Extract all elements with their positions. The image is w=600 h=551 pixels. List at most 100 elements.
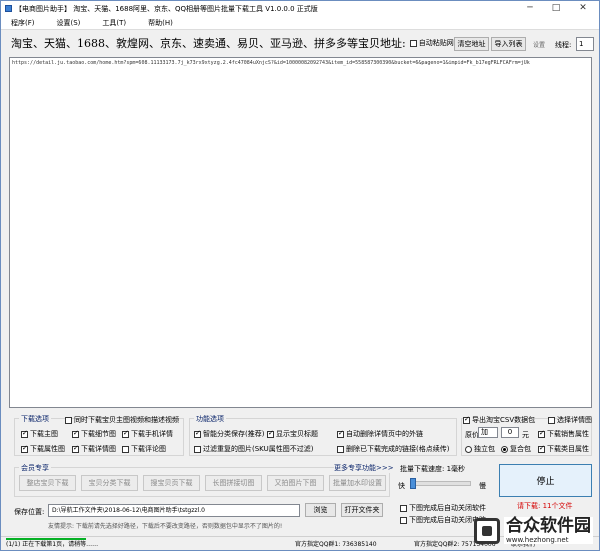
auto-delete-label: 自动删除详情页中的外链 xyxy=(346,430,423,438)
all-attr-label: 下载类目属性 xyxy=(547,445,589,453)
speed-slider[interactable] xyxy=(410,478,471,489)
csv-detail-label: 选择详情图 xyxy=(557,416,592,424)
download-count-tip: 请下载: 11个文件 xyxy=(517,502,573,510)
show-title-option[interactable]: 显示宝贝标题 xyxy=(267,429,318,439)
vip-stitch-button[interactable]: 长图拼接切图 xyxy=(205,475,262,491)
auto-delete-option[interactable]: 自动删除详情页中的外链 xyxy=(337,429,423,439)
attr-img-label: 下载属性图 xyxy=(30,445,65,453)
csv-detail-option[interactable]: 选择详情图 xyxy=(548,415,592,425)
import-list-button[interactable]: 导入列表 xyxy=(491,37,526,51)
url-text: https://detail.ju.taobao.com/home.htm?sp… xyxy=(12,60,530,66)
main-img-checkbox[interactable] xyxy=(21,429,28,438)
url-textarea[interactable]: https://detail.ju.taobao.com/home.htm?sp… xyxy=(9,57,592,408)
price-value-input[interactable]: 0 xyxy=(501,427,519,438)
speed-slow-label: 慢 xyxy=(479,482,486,490)
filter-dup-label: 过滤重复的图片(SKU属性图不过滤) xyxy=(203,445,314,453)
filter-dup-checkbox[interactable] xyxy=(194,445,201,453)
all-attr-checkbox[interactable] xyxy=(538,444,545,453)
window-title: 【电商图片助手】 淘宝、天猫、1688阿里、京东、QQ相册等图片批量下载工具 V… xyxy=(15,4,318,13)
watermark: 合众软件园 www.hezhong.net xyxy=(474,517,593,544)
stop-button[interactable]: 停止 xyxy=(499,464,592,497)
vip-shop-download-button[interactable]: 整店宝贝下载 xyxy=(19,475,76,491)
classify-label: 智能分类保存(推荐) xyxy=(203,430,265,438)
desc-img-label: 下载详情图 xyxy=(81,445,116,453)
filter-dup-option[interactable]: 过滤重复的图片(SKU属性图不过滤) xyxy=(194,444,313,454)
status-progress-text: (1/1) 正在下载第1页，请稍等…… xyxy=(6,541,99,548)
close-icon[interactable]: ✕ xyxy=(573,1,593,16)
close-app-checkbox[interactable] xyxy=(400,504,407,512)
all-attr-option[interactable]: 下载类目属性 xyxy=(538,444,589,454)
menu-bar: 程序(F) 设置(S) 工具(T) 帮助(H) xyxy=(1,16,599,30)
main-img-option[interactable]: 下载主图 xyxy=(21,429,58,439)
single-pack-option[interactable]: 独立包 xyxy=(465,444,495,454)
main-img-label: 下载主图 xyxy=(30,430,58,438)
status-progress-bar xyxy=(6,538,86,540)
detail-img-option[interactable]: 下载细节图 xyxy=(72,429,116,439)
attr-img-checkbox[interactable] xyxy=(21,444,28,453)
del-done-option[interactable]: 删除已下载完成的链接(格点续传) xyxy=(337,444,449,454)
classify-option[interactable]: 智能分类保存(推荐) xyxy=(194,429,264,439)
open-folder-button[interactable]: 打开文件夹 xyxy=(341,503,383,517)
merge-pack-radio[interactable] xyxy=(501,445,508,453)
more-vip-link[interactable]: 更多专享功能>>> xyxy=(334,463,394,473)
desc-img-option[interactable]: 下载详情图 xyxy=(72,444,116,454)
close-app-after-option[interactable]: 下图完成后自动关闭软件 xyxy=(400,503,486,513)
menu-settings[interactable]: 设置(S) xyxy=(57,18,81,28)
sales-attr-option[interactable]: 下载销售属性 xyxy=(538,429,589,439)
attr-img-option[interactable]: 下载属性图 xyxy=(21,444,65,454)
vip-search-download-button[interactable]: 搜宝贝页下载 xyxy=(143,475,200,491)
save-path-input[interactable]: D:\导航工作文件夹\2018-06-12\电商图片助手\tstgzzl.0 xyxy=(48,504,300,517)
single-pack-radio[interactable] xyxy=(465,445,472,453)
shutdown-checkbox[interactable] xyxy=(400,516,407,524)
settings-link[interactable]: 设置 xyxy=(533,40,545,49)
detail-img-checkbox[interactable] xyxy=(72,429,79,438)
sales-attr-label: 下载销售属性 xyxy=(547,430,589,438)
price-unit: 元 xyxy=(522,431,529,439)
download-options-title: 下载选项 xyxy=(19,414,51,424)
del-done-checkbox[interactable] xyxy=(337,445,344,453)
export-csv-checkbox[interactable] xyxy=(463,415,470,424)
vip-youpai-button[interactable]: 又拍图片下图 xyxy=(267,475,324,491)
mobile-detail-option[interactable]: 下载手机详情 xyxy=(122,429,173,439)
show-title-label: 显示宝贝标题 xyxy=(276,430,318,438)
show-title-checkbox[interactable] xyxy=(267,429,274,438)
vip-title: 会员专享 xyxy=(19,463,51,473)
mobile-detail-checkbox[interactable] xyxy=(122,429,129,438)
desc-img-checkbox[interactable] xyxy=(72,444,79,453)
clear-address-button[interactable]: 清空地址 xyxy=(454,37,489,51)
watermark-logo-icon xyxy=(474,517,500,544)
classify-checkbox[interactable] xyxy=(194,429,201,438)
del-done-label: 删除已下载完成的链接(格点续传) xyxy=(346,445,450,453)
review-img-option[interactable]: 下载评论图 xyxy=(122,444,166,454)
also-download-video-option[interactable]: 同时下载宝贝主图视频和描述视频 xyxy=(65,415,179,425)
review-img-checkbox[interactable] xyxy=(122,445,129,453)
browse-button[interactable]: 浏览 xyxy=(305,503,336,517)
mobile-detail-label: 下载手机详情 xyxy=(131,430,173,438)
vip-watermark-button[interactable]: 批量加水印设置 xyxy=(329,475,386,491)
close-app-label: 下图完成后自动关闭软件 xyxy=(409,504,486,512)
app-window: 【电商图片助手】 淘宝、天猫、1688阿里、京东、QQ相册等图片批量下载工具 V… xyxy=(0,0,600,551)
menu-program[interactable]: 程序(F) xyxy=(11,18,35,28)
threads-select[interactable]: 1 xyxy=(576,37,594,51)
review-img-label: 下载评论图 xyxy=(131,445,166,453)
vip-category-download-button[interactable]: 宝贝分类下载 xyxy=(81,475,138,491)
app-icon xyxy=(5,5,12,12)
auto-delete-checkbox[interactable] xyxy=(337,429,344,438)
menu-tools[interactable]: 工具(T) xyxy=(102,18,126,28)
auto-paste-checkbox[interactable] xyxy=(409,39,417,47)
merge-pack-option[interactable]: 复合包 xyxy=(501,444,531,454)
price-label: 原价 xyxy=(465,431,479,439)
save-location-label: 保存位置: xyxy=(14,508,45,516)
speed-slider-thumb[interactable] xyxy=(410,478,416,489)
csv-detail-checkbox[interactable] xyxy=(548,416,555,424)
also-download-checkbox[interactable] xyxy=(65,416,72,424)
minimize-icon[interactable]: ─ xyxy=(520,1,540,16)
maximize-icon[interactable]: □ xyxy=(546,1,566,16)
menu-help[interactable]: 帮助(H) xyxy=(148,18,173,28)
also-download-label: 同时下载宝贝主图视频和描述视频 xyxy=(74,416,179,424)
watermark-brand: 合众软件园 xyxy=(506,516,591,536)
friendly-tip: 友情提示: 下载前请先选择好路径，下载后不要改变路径，否则数据包中显示不了图片的… xyxy=(48,523,283,530)
export-csv-option[interactable]: 导出淘宝CSV数据包 xyxy=(463,415,536,425)
sales-attr-checkbox[interactable] xyxy=(538,429,545,438)
price-op-select[interactable]: 加 xyxy=(478,427,498,438)
